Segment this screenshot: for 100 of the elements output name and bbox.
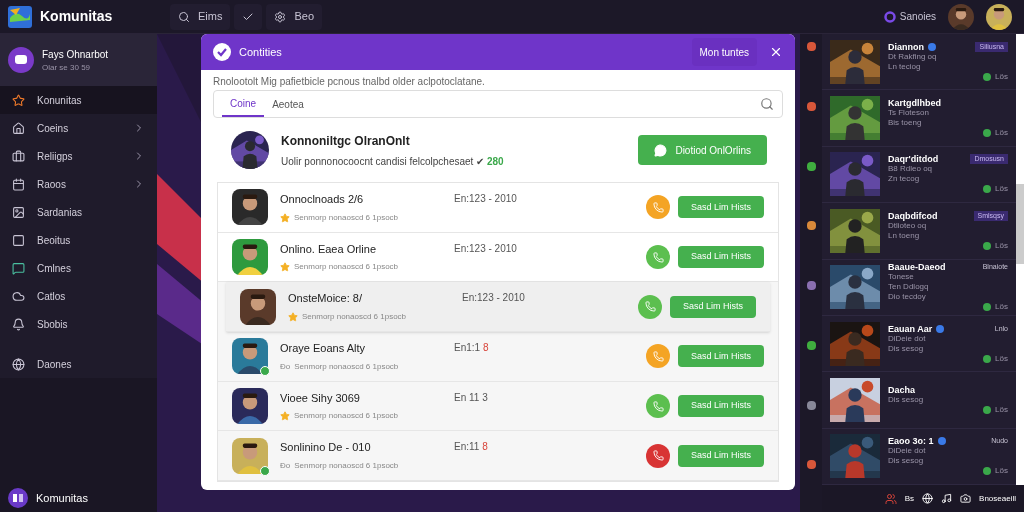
header-button[interactable]: Mon tuntes xyxy=(691,38,757,66)
contact-row[interactable]: Onlino. Eaea Orline En:123 - 2010 Senmorp nonaoscd 6 1psocb Sasd Lim Hists xyxy=(218,232,778,283)
player-count: Lös xyxy=(995,302,1008,313)
contact-time: En:123 - 2010 xyxy=(454,241,517,256)
scrollbar[interactable] xyxy=(1016,34,1024,485)
contact-subtitle: Senmorp nonaoscd 6 1psocb xyxy=(294,410,399,423)
status-badge[interactable] xyxy=(646,443,670,468)
tab[interactable]: Aeotea xyxy=(264,91,312,117)
calendar-icon xyxy=(12,177,25,191)
game-title: Baaue-Daeod xyxy=(888,262,946,273)
camera-icon xyxy=(960,493,972,504)
music-icon xyxy=(941,493,953,504)
contact-time: En:123 - 2010 xyxy=(462,291,525,306)
tab[interactable]: Coine xyxy=(222,91,265,117)
game-icon[interactable] xyxy=(806,460,816,470)
game-detail: Dio tecdoy xyxy=(888,292,927,303)
cloud-icon xyxy=(12,289,25,303)
sidebar-item[interactable]: Catlos xyxy=(0,282,157,310)
game-detail: Dt Rakfing oq xyxy=(888,51,938,62)
contact-subtitle: Senmorp nonaoscd 6 1psocb xyxy=(302,310,407,323)
game-detail: Dtlioteo oq xyxy=(888,220,927,231)
online-icon xyxy=(983,354,992,363)
search-icon xyxy=(178,10,190,23)
contact-tag: Ðo xyxy=(280,360,291,373)
game-icon[interactable] xyxy=(806,281,816,290)
dialog-title: Contities xyxy=(239,44,282,60)
player-count: Lös xyxy=(995,353,1008,364)
game-card[interactable]: Dacha Dis sesog Lös xyxy=(822,372,1016,429)
briefcase-icon xyxy=(12,149,25,163)
player-count: Lös xyxy=(995,466,1008,477)
game-icon[interactable] xyxy=(806,221,816,231)
contact-subtitle: Senmorp nonaoscd 6 1psocb xyxy=(294,360,399,373)
contact-row[interactable]: Sonlinino De - 010 En:11 8 Ðo Senmorp nonaoscd 6 1psocb Sasd Lim Hists xyxy=(218,431,778,482)
logo-icon xyxy=(8,5,32,28)
online-icon xyxy=(983,467,992,476)
game-title: Eauan Aar xyxy=(888,323,933,334)
search-icon[interactable] xyxy=(760,97,774,111)
player-count: Lös xyxy=(995,71,1008,82)
game-detail: Dis sesog xyxy=(888,343,925,354)
globe-icon xyxy=(12,357,25,371)
game-icon[interactable] xyxy=(806,101,816,111)
game-title: Daqr'ditdod xyxy=(888,154,939,165)
contact-subtitle: Senmorp nonaoscd 6 1psocb xyxy=(294,211,399,224)
online-icon xyxy=(983,303,992,312)
group-name: Konnoniltgc OlranOnlt xyxy=(281,132,411,150)
game-icon[interactable] xyxy=(806,340,816,350)
game-icon[interactable] xyxy=(806,161,816,171)
contact-tag: Ðo xyxy=(280,459,291,472)
game-detail: Ln toeng xyxy=(888,230,921,241)
game-card[interactable]: Kartgdlhbed Ts Floteson Bis toeng Lös xyxy=(822,90,1016,147)
users-icon xyxy=(884,492,897,505)
sidebar-item[interactable]: Daones xyxy=(0,350,157,378)
game-detail: DiDeie dot xyxy=(888,446,927,457)
player-count: Lös xyxy=(995,404,1008,415)
ring-icon xyxy=(883,10,896,23)
game-icon[interactable] xyxy=(806,42,816,51)
sidebar-item[interactable]: Cmlnes xyxy=(0,254,157,282)
group-description: Uolir ponnonocoocnt candisi felcolpchesaet ✔ 280 xyxy=(281,154,505,169)
bell-icon xyxy=(12,317,25,331)
sidebar-item[interactable]: Raoos xyxy=(0,170,157,198)
sidebar-item[interactable]: Reliigps xyxy=(0,142,157,170)
image-icon xyxy=(12,205,25,219)
status-badge[interactable] xyxy=(646,245,670,269)
logo-icon xyxy=(8,488,28,508)
player-count: Lös xyxy=(995,240,1008,251)
sidebar-item[interactable]: Konunitas xyxy=(0,86,157,114)
sidebar-item[interactable]: Beoitus xyxy=(0,226,157,254)
nav-button[interactable]: Eims xyxy=(170,3,231,30)
contact-name: OnsteMoice: 8/ xyxy=(288,291,363,307)
game-detail: Ts Floteson xyxy=(888,108,930,119)
globe-icon xyxy=(922,493,934,504)
profile-subtitle: Olar se 30 59 xyxy=(42,61,92,74)
contact-name: Oraye Eoans Alty xyxy=(280,341,366,357)
online-icon xyxy=(983,405,992,414)
game-detail: Ten Ddlogq xyxy=(888,282,930,293)
online-icon xyxy=(983,185,992,194)
game-title: Kartgdlhbed xyxy=(888,98,941,109)
game-title: Eaoo 3o: 1 xyxy=(888,436,934,447)
game-detail: DiDeie dot xyxy=(888,333,927,344)
sidebar-item[interactable]: Coeins xyxy=(0,114,157,142)
star-icon xyxy=(12,93,25,107)
online-icon xyxy=(983,241,992,250)
game-detail: Dis sesog xyxy=(888,456,925,467)
online-icon xyxy=(983,72,992,81)
contact-name: Sonlinino De - 010 xyxy=(280,440,372,456)
profile-card[interactable]: Fays Ohnarbot Olar se 30 59 xyxy=(0,34,157,86)
game-icon[interactable] xyxy=(806,400,816,410)
contact-subtitle: Senmorp nonaoscd 6 1psocb xyxy=(294,261,399,274)
contact-time: En:123 - 2010 xyxy=(454,192,517,207)
sidebar-item[interactable]: Sardanias xyxy=(0,198,157,226)
nav-button[interactable]: Beo xyxy=(266,3,323,30)
status-item: Bnoseaeill xyxy=(979,492,1016,505)
online-icon xyxy=(983,129,992,138)
contact-name: Onlino. Eaea Orline xyxy=(280,241,377,257)
house-icon xyxy=(12,121,25,135)
game-title: Diannon xyxy=(888,41,924,52)
game-title: Dacha xyxy=(888,384,915,395)
sidebar-item[interactable]: Sbobis xyxy=(0,310,157,338)
close-icon[interactable] xyxy=(769,45,783,59)
settings-icon xyxy=(274,10,287,23)
